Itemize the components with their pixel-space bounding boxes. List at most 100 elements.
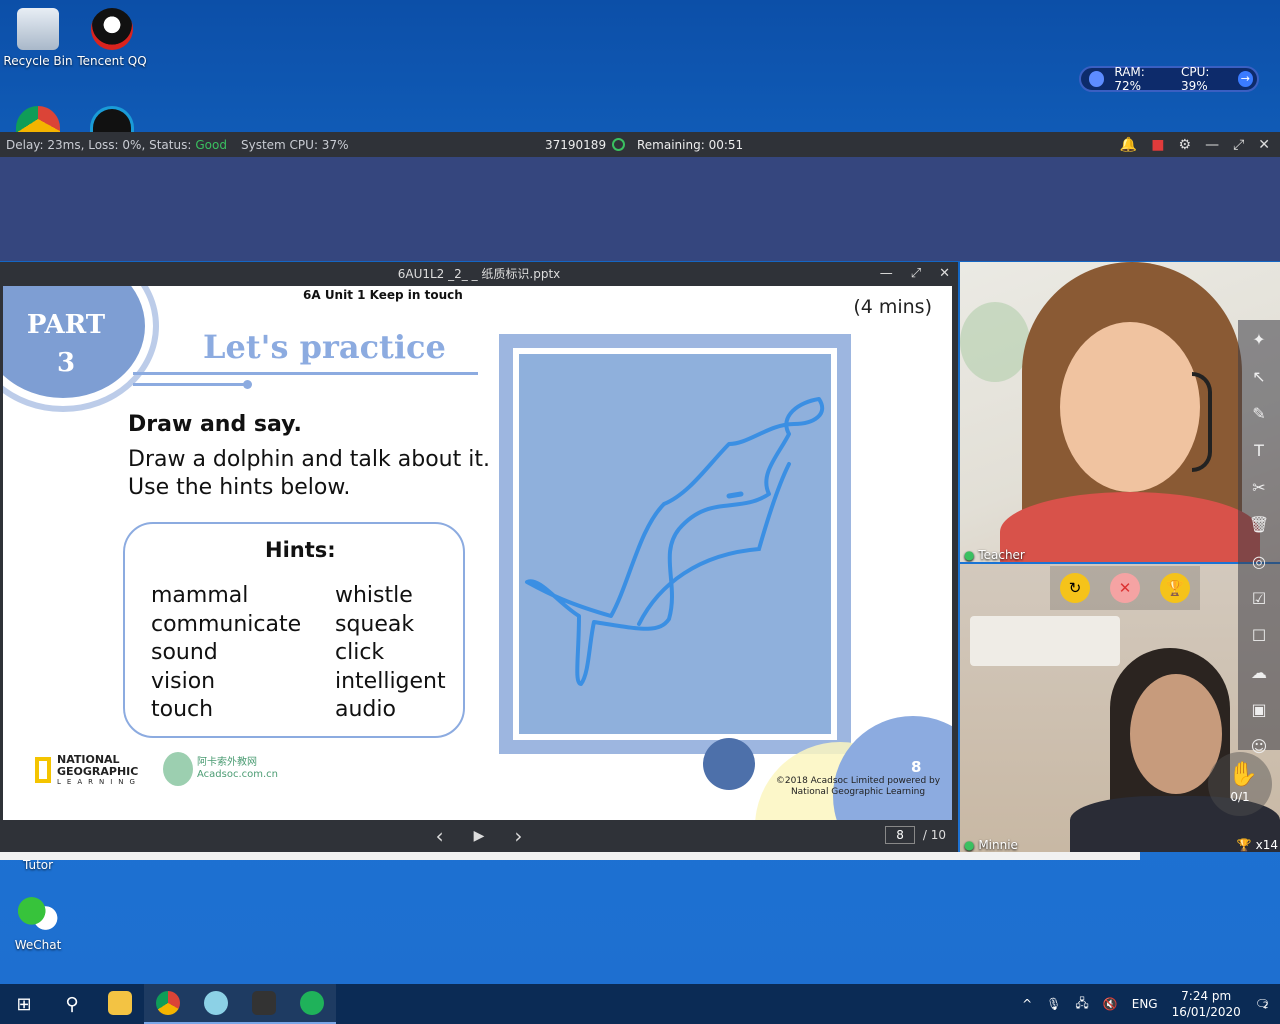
language-indicator[interactable]: ENG [1132, 997, 1158, 1011]
record-icon[interactable]: ■ [1151, 137, 1164, 153]
hand-icon: ✋ [1228, 760, 1258, 788]
bell-icon[interactable]: 🔔 [1120, 137, 1137, 153]
select-move-icon[interactable]: ↖ [1247, 365, 1271, 389]
tree-logo-decoration [960, 302, 1030, 382]
text-tool-icon[interactable]: T [1247, 439, 1271, 463]
taskbar-chrome[interactable] [144, 984, 192, 1024]
audio-icon[interactable]: ◎ [1247, 550, 1271, 574]
trophy-award-icon[interactable]: 🏆 [1160, 573, 1190, 603]
decorative-circle [703, 738, 755, 790]
cloud-icon[interactable]: ☁ [1247, 661, 1271, 685]
windows-start-icon[interactable]: ⊞ [0, 984, 48, 1024]
system-monitor-widget[interactable]: RAM: 72% CPU: 39% → [1079, 65, 1259, 93]
acadsoc-url: Acadsoc.com.cn [197, 769, 279, 780]
mic-icon: ● [964, 548, 975, 562]
desktop-icon-wechat[interactable]: WeChat [2, 892, 74, 952]
restore-icon[interactable]: ⤢ [1233, 137, 1244, 153]
student-controls: ↻ ✕ 🏆 [1050, 566, 1200, 610]
slide[interactable]: PART 3 6A Unit 1 Keep in touch (4 mins) … [3, 286, 952, 820]
pen-icon[interactable]: ✎ [1247, 402, 1271, 426]
desktop-icon-recycle-bin[interactable]: Recycle Bin [2, 8, 74, 68]
next-slide-button[interactable]: › [514, 824, 522, 848]
expand-icon[interactable]: ⤢ [911, 262, 921, 286]
globe-icon [204, 991, 228, 1015]
scissors-icon[interactable]: ✂ [1247, 476, 1271, 500]
desktop-icon-tencent-qq[interactable]: Tencent QQ [76, 8, 148, 68]
ng-line2: GEOGRAPHIC [57, 765, 139, 778]
mute-mic-icon[interactable]: ✕ [1110, 573, 1140, 603]
ppt-filename: 6AU1L2 _2_ _ 纸质标识.pptx [397, 267, 561, 281]
wechat-icon [17, 892, 59, 934]
arrow-right-icon[interactable]: → [1237, 71, 1253, 87]
taskbar-app-globe[interactable] [192, 984, 240, 1024]
clock-icon [612, 138, 625, 151]
trash-icon[interactable]: 🗑 [1247, 513, 1271, 537]
volume-muted-icon[interactable]: 🔇 [1103, 997, 1118, 1011]
network-delay: Delay: 23ms, Loss: 0%, Status: [6, 137, 192, 152]
raise-hand-button[interactable]: ✋ 0/1 [1208, 752, 1272, 816]
search-icon[interactable]: ⚲ [48, 984, 96, 1024]
microphone-icon[interactable]: 🎙 [1046, 997, 1061, 1011]
drawing-canvas[interactable] [513, 348, 837, 740]
national-geographic-logo: NATIONAL GEOGRAPHIC LEARNING [35, 754, 141, 786]
acadsoc-cn: 阿卡索外教网 [197, 757, 257, 768]
close-icon[interactable]: ✕ [1258, 137, 1270, 153]
copyright-text: ©2018 Acadsoc Limited powered by Nationa… [775, 776, 941, 797]
clock[interactable]: 7:24 pm 16/01/2020 [1172, 988, 1241, 1020]
desktop-icon-label: WeChat [14, 938, 62, 952]
remaining-time: Remaining: 00:51 [637, 137, 744, 152]
desktop-icon-label: Tencent QQ [77, 54, 147, 68]
checklist-icon[interactable]: ☑ [1247, 587, 1271, 611]
chat-icon[interactable]: ☐ [1247, 624, 1271, 648]
page-input[interactable]: 8 [885, 826, 916, 844]
hints-title: Hints: [265, 538, 336, 562]
teacher-video: ● Teacher [960, 262, 1280, 562]
ng-line3: LEARNING [57, 778, 141, 786]
taskbar: ⊞ ⚲ ^ 🎙 🖧 🔇 ENG 7:24 pm 16/01/2020 🗨 2 [0, 984, 1280, 1024]
page-indicator: 8 / 10 [885, 826, 946, 844]
hint-word: sound [151, 640, 218, 665]
app-background [0, 157, 1280, 261]
ppt-title-bar: 6AU1L2 _2_ _ 纸质标识.pptx — ⤢ ✕ [0, 262, 958, 286]
chevron-up-icon[interactable]: ^ [1022, 997, 1032, 1011]
hint-word: squeak [335, 611, 415, 637]
trophy-counter: 🏆 x14 [1237, 838, 1278, 852]
hints-box: Hints: mammal communicate sound vision t… [123, 522, 465, 738]
drawing-toolbar: ✦ ↖ ✎ T ✂ 🗑 ◎ ☑ ☐ ☁ ▣ ☺ [1238, 320, 1280, 756]
teacher-shirt [1000, 492, 1260, 562]
upload-icon [300, 991, 324, 1015]
classroom-status-bar: Delay: 23ms, Loss: 0%, Status: Good Syst… [0, 132, 1280, 157]
desktop-icon-tutor[interactable]: Tutor [2, 858, 74, 872]
cpu-usage: CPU: 39% [1180, 65, 1210, 93]
play-button[interactable]: ▶ [474, 828, 485, 844]
hints-left-column: mammal communicate sound vision touch [151, 582, 301, 725]
hint-word: whistle [335, 583, 413, 608]
close-icon[interactable]: ✕ [939, 262, 950, 286]
section-title: Let's practice [203, 328, 446, 366]
laser-pointer-icon[interactable]: ✦ [1247, 328, 1271, 352]
teacher-name-tag: ● Teacher [964, 548, 1025, 562]
drawing-frame [499, 334, 851, 754]
ppt-navigation: ‹ ▶ › 8 / 10 [0, 820, 958, 852]
class-id: 37190189 [545, 137, 607, 152]
taskbar-file-explorer[interactable] [96, 984, 144, 1024]
network-icon[interactable]: 🖧 [1075, 994, 1088, 1015]
taskbar-app-bird[interactable] [240, 984, 288, 1024]
teacher-face [1060, 322, 1200, 492]
reset-icon[interactable]: ↻ [1060, 573, 1090, 603]
task-instructions: Draw a dolphin and talk about it. Use th… [128, 447, 490, 500]
recycle-bin-icon [17, 8, 59, 50]
teacher-label: Teacher [978, 548, 1025, 562]
gear-icon[interactable]: ⚙ [1179, 137, 1192, 153]
student-label: Minnie [978, 838, 1018, 852]
minimize-icon[interactable]: — [1205, 137, 1219, 153]
prev-slide-button[interactable]: ‹ [436, 824, 444, 848]
headset-icon [1192, 372, 1212, 472]
notification-icon[interactable]: 🗨 2 [1255, 997, 1270, 1011]
hint-word: click [335, 640, 385, 665]
minimize-icon[interactable]: — [880, 262, 893, 286]
hint-word: mammal [151, 583, 249, 608]
taskbar-app-upload[interactable] [288, 984, 336, 1024]
toolbox-icon[interactable]: ▣ [1247, 698, 1271, 722]
chrome-icon [156, 991, 180, 1015]
